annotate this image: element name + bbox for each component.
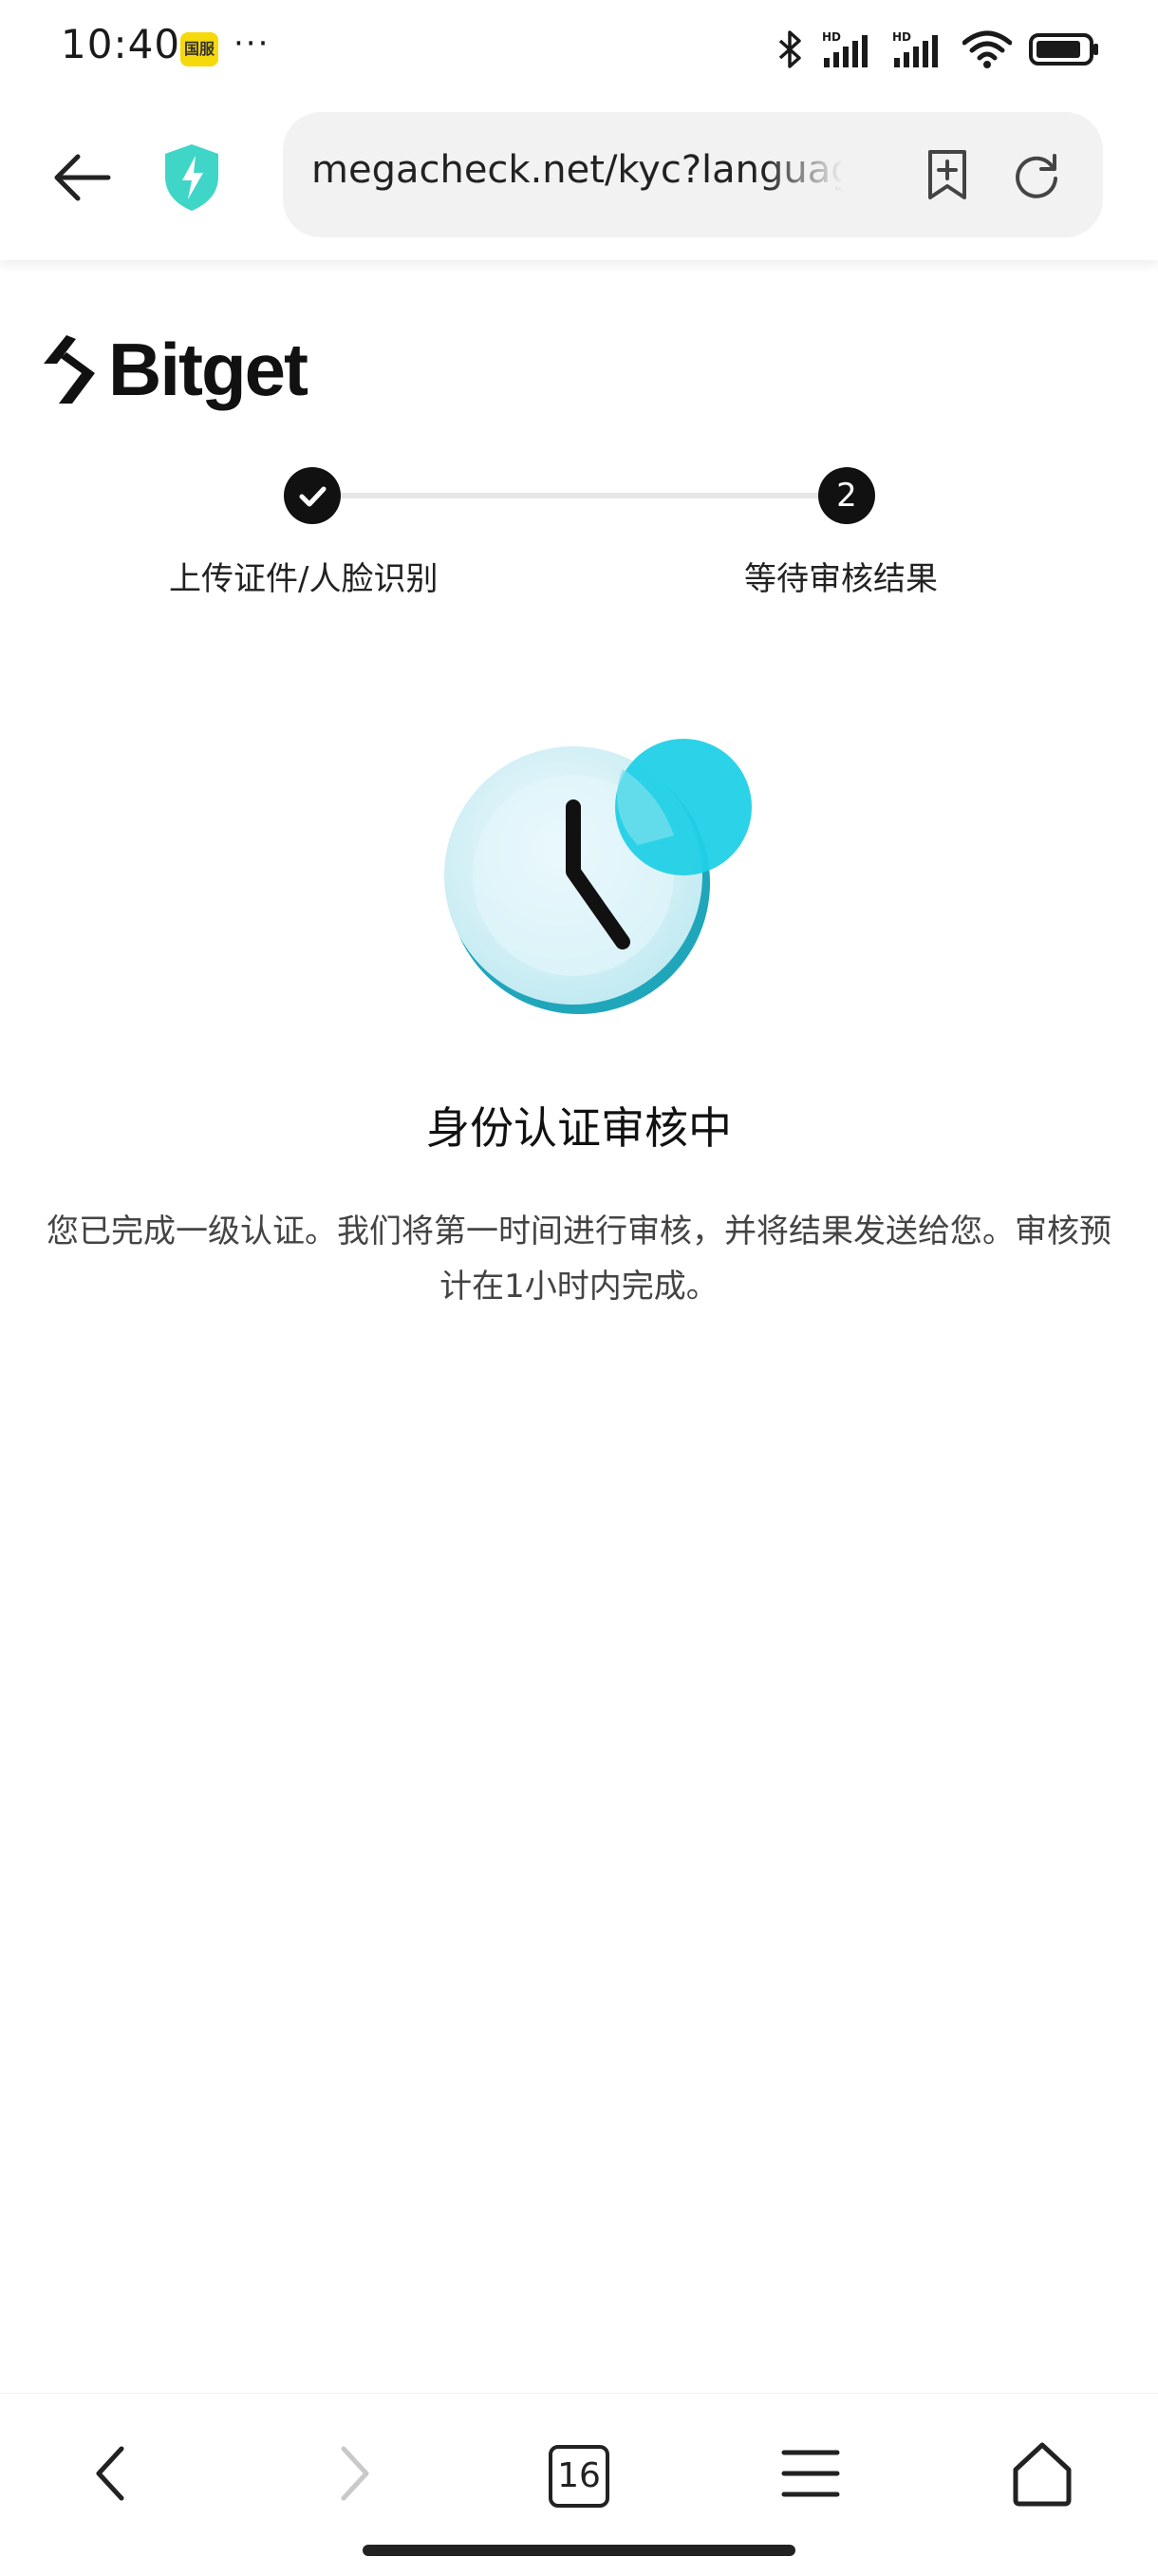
svg-text:HD: HD: [892, 30, 911, 44]
wifi-icon: [962, 30, 1012, 68]
bookmark-add-icon[interactable]: [921, 148, 974, 201]
app-badge-icon: 国服: [180, 32, 218, 66]
browser-toolbar: megacheck.net/kyc?language: [0, 99, 1158, 260]
chevron-right-icon[interactable]: [313, 2435, 389, 2511]
tab-count[interactable]: 16: [549, 2445, 609, 2508]
status-time: 10:40: [61, 21, 181, 67]
step-2-current: 2: [818, 467, 875, 524]
home-indicator[interactable]: [363, 2545, 795, 2556]
step-1-done: [284, 467, 341, 524]
address-bar[interactable]: megacheck.net/kyc?language: [283, 112, 1103, 237]
shield-bolt-icon[interactable]: [161, 142, 222, 213]
check-icon: [299, 486, 327, 507]
bluetooth-icon: [778, 30, 801, 68]
bitget-logo: Bitget: [38, 327, 308, 412]
more-notifications-icon: ···: [233, 25, 271, 63]
back-arrow-icon[interactable]: [49, 144, 116, 211]
bitget-mark-icon: [44, 335, 95, 404]
url-text[interactable]: megacheck.net/kyc?language: [311, 148, 843, 201]
battery-icon: [1029, 33, 1098, 66]
menu-icon[interactable]: [773, 2435, 849, 2511]
chevron-left-icon[interactable]: [76, 2435, 152, 2511]
clock-icon: [444, 739, 752, 1014]
step-2-label: 等待审核结果: [744, 560, 938, 598]
step-1-label: 上传证件/人脸识别: [169, 560, 439, 598]
logo-text: Bitget: [108, 327, 308, 411]
reload-icon[interactable]: [1010, 148, 1063, 201]
status-bar: 10:40 国服 ··· HD HD: [0, 0, 1158, 99]
page-description: 您已完成一级认证。我们将第一时间进行审核，并将结果发送给您。审核预计在1小时内完…: [47, 1213, 1111, 1306]
home-icon[interactable]: [1004, 2435, 1080, 2511]
signal-hd-icon: HD: [822, 30, 868, 67]
page-title: 身份认证审核中: [426, 1102, 732, 1154]
stepper-track: [313, 493, 845, 498]
tabs-button[interactable]: 16: [539, 2435, 615, 2511]
svg-text:HD: HD: [822, 30, 841, 44]
status-icons: HD HD: [776, 28, 1101, 70]
signal-hd-icon: HD: [892, 30, 938, 67]
